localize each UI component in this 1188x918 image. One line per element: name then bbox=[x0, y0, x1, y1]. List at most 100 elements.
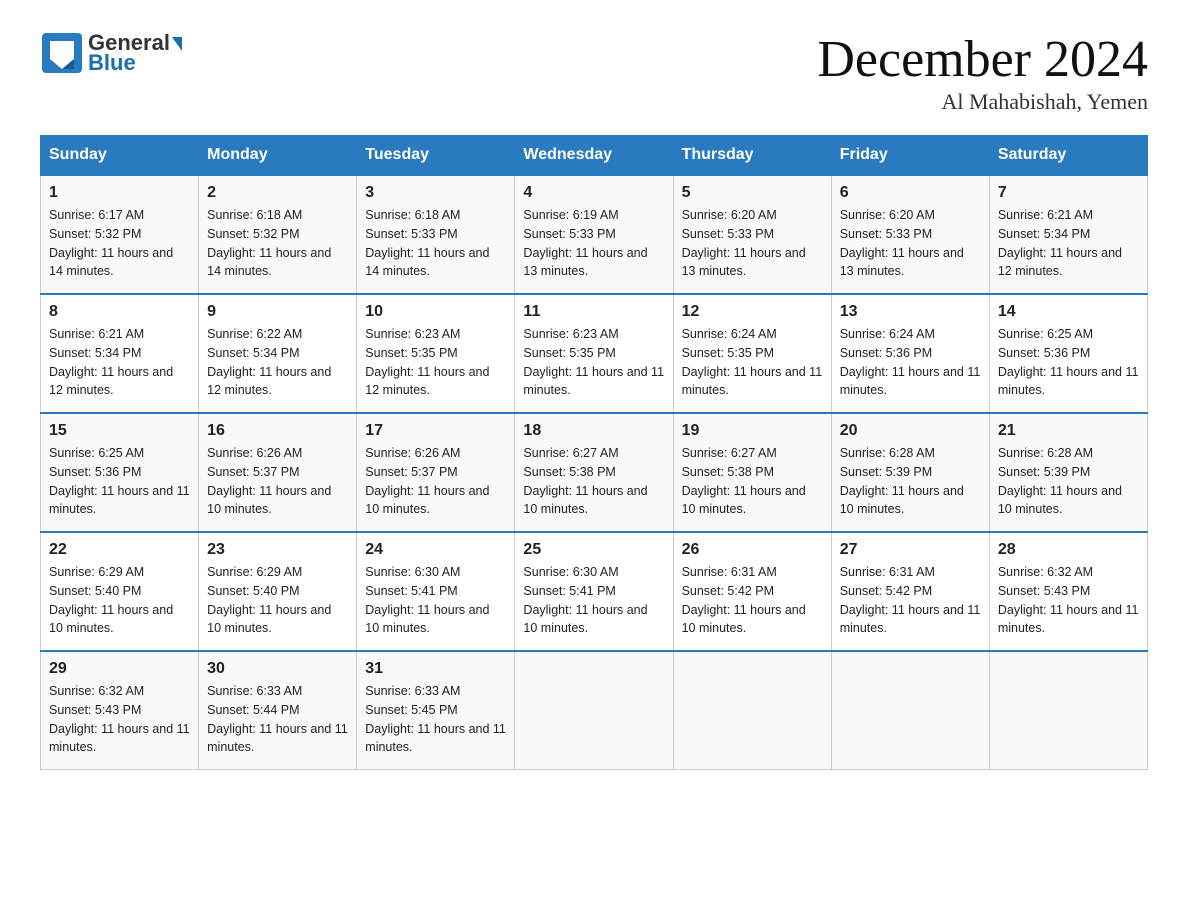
header-row: Sunday Monday Tuesday Wednesday Thursday… bbox=[41, 136, 1148, 176]
calendar-cell bbox=[989, 651, 1147, 770]
day-info: Sunrise: 6:24 AM Sunset: 5:36 PM Dayligh… bbox=[840, 325, 981, 400]
day-info: Sunrise: 6:28 AM Sunset: 5:39 PM Dayligh… bbox=[840, 444, 981, 519]
day-info: Sunrise: 6:20 AM Sunset: 5:33 PM Dayligh… bbox=[840, 206, 981, 281]
day-info: Sunrise: 6:21 AM Sunset: 5:34 PM Dayligh… bbox=[998, 206, 1139, 281]
calendar-cell bbox=[673, 651, 831, 770]
day-info: Sunrise: 6:27 AM Sunset: 5:38 PM Dayligh… bbox=[523, 444, 664, 519]
calendar-cell: 2 Sunrise: 6:18 AM Sunset: 5:32 PM Dayli… bbox=[199, 175, 357, 294]
day-number: 31 bbox=[365, 660, 506, 678]
day-info: Sunrise: 6:30 AM Sunset: 5:41 PM Dayligh… bbox=[523, 563, 664, 638]
day-number: 1 bbox=[49, 184, 190, 202]
calendar-cell: 7 Sunrise: 6:21 AM Sunset: 5:34 PM Dayli… bbox=[989, 175, 1147, 294]
day-number: 13 bbox=[840, 303, 981, 321]
calendar-cell: 4 Sunrise: 6:19 AM Sunset: 5:33 PM Dayli… bbox=[515, 175, 673, 294]
day-info: Sunrise: 6:27 AM Sunset: 5:38 PM Dayligh… bbox=[682, 444, 823, 519]
day-number: 15 bbox=[49, 422, 190, 440]
calendar-cell: 8 Sunrise: 6:21 AM Sunset: 5:34 PM Dayli… bbox=[41, 294, 199, 413]
day-info: Sunrise: 6:18 AM Sunset: 5:33 PM Dayligh… bbox=[365, 206, 506, 281]
location: Al Mahabishah, Yemen bbox=[817, 89, 1148, 115]
calendar-cell: 22 Sunrise: 6:29 AM Sunset: 5:40 PM Dayl… bbox=[41, 532, 199, 651]
day-info: Sunrise: 6:17 AM Sunset: 5:32 PM Dayligh… bbox=[49, 206, 190, 281]
day-number: 14 bbox=[998, 303, 1139, 321]
calendar-week-2: 8 Sunrise: 6:21 AM Sunset: 5:34 PM Dayli… bbox=[41, 294, 1148, 413]
day-info: Sunrise: 6:32 AM Sunset: 5:43 PM Dayligh… bbox=[49, 682, 190, 757]
day-number: 5 bbox=[682, 184, 823, 202]
calendar-cell: 17 Sunrise: 6:26 AM Sunset: 5:37 PM Dayl… bbox=[357, 413, 515, 532]
day-info: Sunrise: 6:19 AM Sunset: 5:33 PM Dayligh… bbox=[523, 206, 664, 281]
day-info: Sunrise: 6:31 AM Sunset: 5:42 PM Dayligh… bbox=[682, 563, 823, 638]
day-info: Sunrise: 6:26 AM Sunset: 5:37 PM Dayligh… bbox=[207, 444, 348, 519]
logo-icon bbox=[40, 31, 84, 75]
calendar-cell: 25 Sunrise: 6:30 AM Sunset: 5:41 PM Dayl… bbox=[515, 532, 673, 651]
col-friday: Friday bbox=[831, 136, 989, 176]
day-number: 6 bbox=[840, 184, 981, 202]
calendar-cell: 26 Sunrise: 6:31 AM Sunset: 5:42 PM Dayl… bbox=[673, 532, 831, 651]
day-number: 24 bbox=[365, 541, 506, 559]
day-info: Sunrise: 6:20 AM Sunset: 5:33 PM Dayligh… bbox=[682, 206, 823, 281]
col-thursday: Thursday bbox=[673, 136, 831, 176]
month-title: December 2024 bbox=[817, 30, 1148, 89]
day-info: Sunrise: 6:30 AM Sunset: 5:41 PM Dayligh… bbox=[365, 563, 506, 638]
day-number: 20 bbox=[840, 422, 981, 440]
calendar-cell bbox=[831, 651, 989, 770]
day-info: Sunrise: 6:32 AM Sunset: 5:43 PM Dayligh… bbox=[998, 563, 1139, 638]
calendar-cell: 14 Sunrise: 6:25 AM Sunset: 5:36 PM Dayl… bbox=[989, 294, 1147, 413]
day-info: Sunrise: 6:33 AM Sunset: 5:45 PM Dayligh… bbox=[365, 682, 506, 757]
calendar-cell: 19 Sunrise: 6:27 AM Sunset: 5:38 PM Dayl… bbox=[673, 413, 831, 532]
calendar-cell: 28 Sunrise: 6:32 AM Sunset: 5:43 PM Dayl… bbox=[989, 532, 1147, 651]
col-saturday: Saturday bbox=[989, 136, 1147, 176]
col-tuesday: Tuesday bbox=[357, 136, 515, 176]
day-number: 18 bbox=[523, 422, 664, 440]
calendar-cell: 11 Sunrise: 6:23 AM Sunset: 5:35 PM Dayl… bbox=[515, 294, 673, 413]
calendar-cell: 24 Sunrise: 6:30 AM Sunset: 5:41 PM Dayl… bbox=[357, 532, 515, 651]
calendar-cell: 6 Sunrise: 6:20 AM Sunset: 5:33 PM Dayli… bbox=[831, 175, 989, 294]
day-number: 22 bbox=[49, 541, 190, 559]
day-number: 16 bbox=[207, 422, 348, 440]
day-info: Sunrise: 6:29 AM Sunset: 5:40 PM Dayligh… bbox=[207, 563, 348, 638]
day-number: 4 bbox=[523, 184, 664, 202]
day-number: 23 bbox=[207, 541, 348, 559]
calendar-week-3: 15 Sunrise: 6:25 AM Sunset: 5:36 PM Dayl… bbox=[41, 413, 1148, 532]
day-info: Sunrise: 6:23 AM Sunset: 5:35 PM Dayligh… bbox=[523, 325, 664, 400]
calendar-cell: 30 Sunrise: 6:33 AM Sunset: 5:44 PM Dayl… bbox=[199, 651, 357, 770]
logo: General Blue bbox=[40, 30, 182, 76]
day-info: Sunrise: 6:23 AM Sunset: 5:35 PM Dayligh… bbox=[365, 325, 506, 400]
calendar-cell: 3 Sunrise: 6:18 AM Sunset: 5:33 PM Dayli… bbox=[357, 175, 515, 294]
day-number: 11 bbox=[523, 303, 664, 321]
day-info: Sunrise: 6:22 AM Sunset: 5:34 PM Dayligh… bbox=[207, 325, 348, 400]
calendar-cell: 29 Sunrise: 6:32 AM Sunset: 5:43 PM Dayl… bbox=[41, 651, 199, 770]
calendar-cell: 27 Sunrise: 6:31 AM Sunset: 5:42 PM Dayl… bbox=[831, 532, 989, 651]
calendar-cell bbox=[515, 651, 673, 770]
calendar-cell: 18 Sunrise: 6:27 AM Sunset: 5:38 PM Dayl… bbox=[515, 413, 673, 532]
calendar-cell: 13 Sunrise: 6:24 AM Sunset: 5:36 PM Dayl… bbox=[831, 294, 989, 413]
day-info: Sunrise: 6:31 AM Sunset: 5:42 PM Dayligh… bbox=[840, 563, 981, 638]
calendar-cell: 10 Sunrise: 6:23 AM Sunset: 5:35 PM Dayl… bbox=[357, 294, 515, 413]
day-info: Sunrise: 6:28 AM Sunset: 5:39 PM Dayligh… bbox=[998, 444, 1139, 519]
col-monday: Monday bbox=[199, 136, 357, 176]
day-number: 12 bbox=[682, 303, 823, 321]
calendar-cell: 21 Sunrise: 6:28 AM Sunset: 5:39 PM Dayl… bbox=[989, 413, 1147, 532]
day-number: 21 bbox=[998, 422, 1139, 440]
day-info: Sunrise: 6:25 AM Sunset: 5:36 PM Dayligh… bbox=[49, 444, 190, 519]
calendar-cell: 5 Sunrise: 6:20 AM Sunset: 5:33 PM Dayli… bbox=[673, 175, 831, 294]
calendar-week-5: 29 Sunrise: 6:32 AM Sunset: 5:43 PM Dayl… bbox=[41, 651, 1148, 770]
day-number: 2 bbox=[207, 184, 348, 202]
day-info: Sunrise: 6:29 AM Sunset: 5:40 PM Dayligh… bbox=[49, 563, 190, 638]
day-number: 7 bbox=[998, 184, 1139, 202]
day-info: Sunrise: 6:24 AM Sunset: 5:35 PM Dayligh… bbox=[682, 325, 823, 400]
calendar-cell: 12 Sunrise: 6:24 AM Sunset: 5:35 PM Dayl… bbox=[673, 294, 831, 413]
calendar-cell: 20 Sunrise: 6:28 AM Sunset: 5:39 PM Dayl… bbox=[831, 413, 989, 532]
col-wednesday: Wednesday bbox=[515, 136, 673, 176]
day-number: 28 bbox=[998, 541, 1139, 559]
day-number: 29 bbox=[49, 660, 190, 678]
day-info: Sunrise: 6:18 AM Sunset: 5:32 PM Dayligh… bbox=[207, 206, 348, 281]
title-section: December 2024 Al Mahabishah, Yemen bbox=[817, 30, 1148, 115]
calendar-cell: 9 Sunrise: 6:22 AM Sunset: 5:34 PM Dayli… bbox=[199, 294, 357, 413]
day-number: 30 bbox=[207, 660, 348, 678]
col-sunday: Sunday bbox=[41, 136, 199, 176]
calendar-cell: 16 Sunrise: 6:26 AM Sunset: 5:37 PM Dayl… bbox=[199, 413, 357, 532]
day-info: Sunrise: 6:21 AM Sunset: 5:34 PM Dayligh… bbox=[49, 325, 190, 400]
day-number: 9 bbox=[207, 303, 348, 321]
calendar-week-4: 22 Sunrise: 6:29 AM Sunset: 5:40 PM Dayl… bbox=[41, 532, 1148, 651]
calendar-table: Sunday Monday Tuesday Wednesday Thursday… bbox=[40, 135, 1148, 770]
